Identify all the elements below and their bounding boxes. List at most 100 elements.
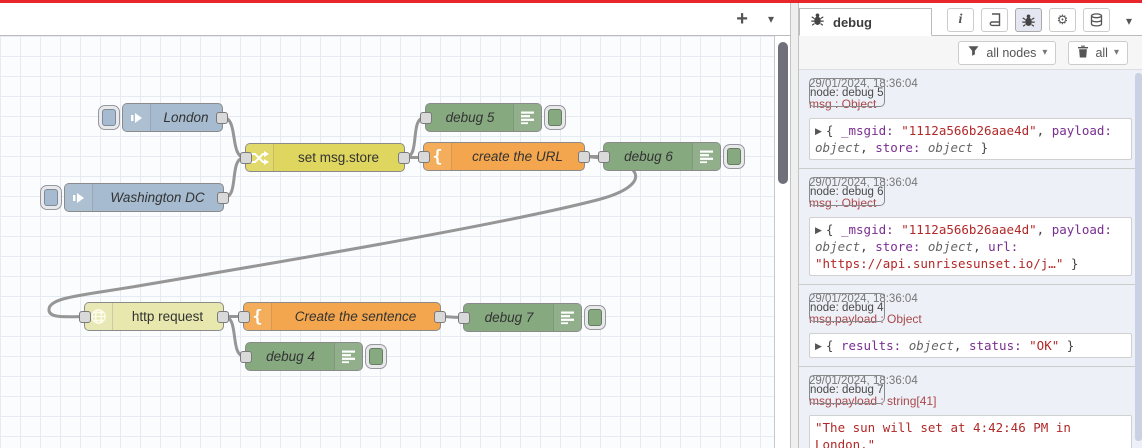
sidebar-tab-button-help[interactable]	[981, 8, 1008, 32]
console-icon	[560, 310, 575, 325]
set-msg-store-in-port[interactable]	[240, 151, 252, 164]
payload-segment-string: "The sun will set at 4:42:46 PM in Londo…	[815, 420, 1071, 448]
console-icon	[520, 110, 535, 125]
node-washington-dc[interactable]: Washington DC	[64, 183, 229, 212]
sidebar-resize-handle[interactable]	[790, 3, 799, 448]
button-inner	[727, 148, 741, 165]
payload-segment-meta: object	[815, 239, 861, 254]
sidebar-tab-button-context-data[interactable]	[1083, 8, 1110, 32]
debug-4-in-port[interactable]	[240, 350, 252, 363]
payload-segment-key: store:	[875, 140, 928, 155]
london-inject-button[interactable]	[98, 105, 120, 130]
payload-segment-punct: ,	[1036, 123, 1052, 138]
flow-canvas[interactable]: London Washington DC set msg.store debug 5 {…	[0, 36, 776, 448]
node-debug-6[interactable]: debug 6	[598, 142, 721, 171]
create-the-sentence-out-port[interactable]	[434, 310, 446, 323]
debug-7-toggle-button[interactable]	[584, 305, 606, 330]
node-debug-7[interactable]: debug 7	[458, 303, 582, 332]
add-flow-button[interactable]: +	[736, 9, 748, 29]
node-icon-area	[123, 104, 151, 131]
create-the-url-in-port[interactable]	[418, 150, 430, 163]
tab-debug[interactable]: debug	[799, 8, 932, 36]
payload-segment-key: store:	[875, 239, 928, 254]
node-icon-area	[334, 343, 362, 370]
gear-icon: ⚙	[1056, 12, 1069, 27]
node-debug-5[interactable]: debug 5	[420, 103, 542, 132]
flow-list-button[interactable]: ▾	[768, 13, 774, 25]
node-label: debug 4	[266, 349, 315, 364]
brace-icon: {	[252, 306, 263, 327]
node-http-request[interactable]: http request	[79, 302, 229, 331]
sidebar: debug i ⚙ ▾ all nodes ▾ all ▾ 29/01/2024,…	[799, 3, 1142, 448]
info-icon: i	[958, 12, 963, 27]
expand-toggle-icon[interactable]: ▶	[815, 226, 822, 236]
node-create-the-sentence[interactable]: {Create the sentence	[238, 302, 446, 331]
payload-segment-key: results:	[840, 338, 909, 353]
debug-4-toggle-button[interactable]	[365, 344, 387, 369]
bug-icon	[1021, 13, 1036, 28]
debug-message-2[interactable]: 29/01/2024, 18:36:04 node: debug 6 msg : O…	[799, 169, 1142, 285]
button-inner	[548, 109, 562, 126]
expand-toggle-icon[interactable]: ▶	[815, 127, 822, 137]
debug-message-4[interactable]: 29/01/2024, 18:36:04 node: debug 7 msg.pay…	[799, 367, 1142, 448]
trash-icon	[1077, 45, 1089, 58]
payload-segment-string: "OK"	[1029, 338, 1060, 353]
sidebar-scrollbar[interactable]	[1135, 73, 1142, 441]
inject-arrow-icon	[129, 111, 145, 125]
payload-segment-key: url:	[988, 239, 1019, 254]
set-msg-store-out-port[interactable]	[398, 151, 410, 164]
filter-label: all nodes	[986, 45, 1037, 60]
debug-6-in-port[interactable]	[598, 150, 610, 163]
node-set-msg-store[interactable]: set msg.store	[240, 143, 410, 172]
payload-segment-punct: ,	[1036, 222, 1052, 237]
payload-segment-punct: }	[1063, 256, 1079, 271]
debug-6-toggle-button[interactable]	[723, 144, 745, 169]
washington-dc-out-port[interactable]	[217, 191, 229, 204]
clear-label: all	[1095, 45, 1108, 60]
wire-create-the-url-to-http-request[interactable]	[47, 155, 638, 319]
node-debug-4[interactable]: debug 4	[240, 342, 363, 371]
expand-toggle-icon[interactable]: ▶	[815, 342, 822, 352]
bug-icon	[810, 12, 825, 27]
debug-5-in-port[interactable]	[420, 111, 432, 124]
payload-segment-punct: {	[825, 338, 841, 353]
http-request-out-port[interactable]	[217, 310, 229, 323]
node-icon-area	[692, 143, 720, 170]
node-label: debug 6	[624, 149, 673, 164]
debug-message-meta: 29/01/2024, 18:36:04 node: debug 6	[809, 174, 1132, 206]
london-out-port[interactable]	[216, 111, 228, 124]
create-the-sentence-in-port[interactable]	[238, 310, 250, 323]
payload-segment-key: payload:	[1051, 222, 1112, 237]
debug-source-node: node: debug 4	[809, 293, 885, 322]
node-label: http request	[131, 309, 204, 324]
console-icon	[699, 149, 714, 164]
node-icon-area	[553, 304, 581, 331]
debug-message-3[interactable]: 29/01/2024, 18:36:04 node: debug 4 msg.pay…	[799, 285, 1142, 367]
node-icon-area	[513, 104, 541, 131]
payload-segment-key: _msgid:	[840, 222, 902, 237]
node-red-editor: + ▾ London Washington DC set msg.store debu…	[0, 0, 1142, 448]
filter-nodes-button[interactable]: all nodes ▾	[958, 40, 1057, 65]
scrollbar-thumb[interactable]	[778, 42, 788, 184]
header-accent-bar	[0, 0, 1142, 3]
clear-debug-button[interactable]: all ▾	[1068, 40, 1128, 65]
debug-message-1[interactable]: 29/01/2024, 18:36:04 node: debug 5 msg : O…	[799, 70, 1142, 169]
sidebar-menu-button[interactable]: ▾	[1126, 15, 1132, 27]
node-london[interactable]: London	[122, 103, 228, 132]
debug-7-in-port[interactable]	[458, 311, 470, 324]
sidebar-tab-button-info[interactable]: i	[947, 8, 974, 32]
sidebar-tab-button-debug[interactable]	[1015, 8, 1042, 32]
bug-icon	[810, 12, 825, 32]
node-icon-area	[65, 184, 93, 211]
payload-segment-meta: object	[927, 239, 974, 254]
sidebar-tabbar: debug i ⚙ ▾	[799, 3, 1142, 36]
create-the-url-out-port[interactable]	[578, 150, 590, 163]
wires-layer	[47, 116, 638, 358]
node-create-the-url[interactable]: {create the URL	[418, 142, 590, 171]
debug-source-node: node: debug 5	[809, 78, 885, 107]
washington-dc-inject-button[interactable]	[40, 185, 62, 210]
http-request-in-port[interactable]	[79, 310, 91, 323]
sidebar-tab-button-config-nodes[interactable]: ⚙	[1049, 8, 1076, 32]
debug-5-toggle-button[interactable]	[544, 105, 566, 130]
payload-segment-meta: object	[908, 338, 954, 353]
